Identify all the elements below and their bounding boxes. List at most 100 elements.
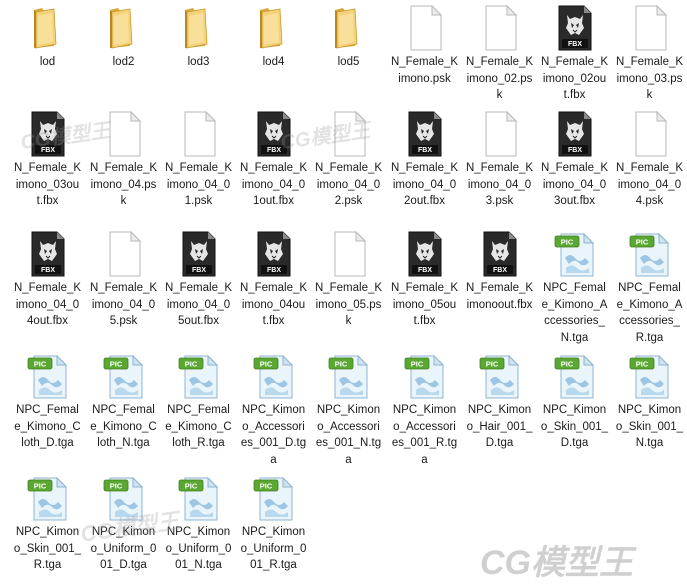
svg-text:PIC: PIC	[560, 360, 573, 369]
file-item[interactable]: N_Female_Kimono_04_03.psk	[462, 110, 537, 210]
file-name-label: NPC_Kimono_Accessories_001_D.tga	[240, 404, 307, 466]
file-item[interactable]: PIC NPC_Kimono_Uniform_001_R.tga	[236, 474, 311, 574]
file-item[interactable]: FBX N_Female_Kimono_04_03out.fbx	[537, 110, 612, 210]
file-item[interactable]: N_Female_Kimono_04.psk	[86, 110, 161, 210]
image-file-icon: PIC	[175, 474, 223, 522]
blank-file-icon	[476, 4, 524, 52]
blank-file-icon	[626, 110, 674, 158]
svg-text:FBX: FBX	[493, 267, 507, 274]
file-name-label: N_Female_Kimono_03.psk	[615, 56, 684, 101]
file-name-label: N_Female_Kimono_04_01out.fbx	[239, 162, 308, 207]
file-item[interactable]: PIC NPC_Female_Kimono_Accessories_N.tga	[537, 230, 612, 346]
file-name-label: N_Female_Kimonoout.fbx	[465, 282, 534, 311]
file-item[interactable]: N_Female_Kimono_04_04.psk	[612, 110, 687, 210]
file-item[interactable]: N_Female_Kimono_03.psk	[612, 4, 687, 104]
file-item[interactable]: PIC NPC_Kimono_Skin_001_D.tga	[537, 352, 612, 452]
file-name-label: N_Female_Kimono_04_02.psk	[314, 162, 383, 207]
svg-text:PIC: PIC	[259, 482, 272, 491]
file-item[interactable]: PIC NPC_Kimono_Uniform_001_D.tga	[86, 474, 161, 574]
file-item[interactable]: FBX N_Female_Kimono_04_04out.fbx	[10, 230, 85, 330]
folder-item[interactable]: lod5	[311, 4, 386, 71]
file-item[interactable]: N_Female_Kimono_02.psk	[462, 4, 537, 104]
file-item[interactable]: PIC NPC_Kimono_Uniform_001_N.tga	[161, 474, 236, 574]
folder-item[interactable]: lod	[10, 4, 85, 71]
file-item[interactable]: N_Female_Kimono_04_05.psk	[86, 230, 161, 330]
file-name-label: N_Female_Kimono_04_03.psk	[465, 162, 534, 207]
svg-text:FBX: FBX	[192, 267, 206, 274]
blank-file-icon	[100, 110, 148, 158]
fbx-file-icon: FBX	[24, 230, 72, 278]
file-item[interactable]: FBX N_Female_Kimonoout.fbx	[462, 230, 537, 313]
file-item[interactable]: PIC NPC_Kimono_Hair_001_D.tga	[462, 352, 537, 452]
file-item[interactable]: FBX N_Female_Kimono_05out.fbx	[387, 230, 462, 330]
file-name-label: lod2	[112, 56, 135, 68]
image-file-icon: PIC	[24, 352, 72, 400]
image-file-icon: PIC	[250, 474, 298, 522]
file-item[interactable]: FBX N_Female_Kimono_03out.fbx	[10, 110, 85, 210]
folder-item[interactable]: lod4	[236, 4, 311, 71]
file-name-label: lod	[39, 56, 56, 68]
file-icon-grid: lod lod2 lod3 lod4 lod5 N_Female_Kimono.psk N_…	[0, 0, 687, 583]
blank-file-icon	[175, 110, 223, 158]
folder-item[interactable]: lod3	[161, 4, 236, 71]
file-item[interactable]: PIC NPC_Female_Kimono_Cloth_N.tga	[86, 352, 161, 452]
image-file-icon: PIC	[626, 352, 674, 400]
file-item[interactable]: FBX N_Female_Kimono_04_05out.fbx	[161, 230, 236, 330]
file-name-label: NPC_Female_Kimono_Accessories_R.tga	[616, 282, 683, 344]
image-file-icon: PIC	[250, 352, 298, 400]
file-name-label: NPC_Female_Kimono_Cloth_N.tga	[90, 404, 157, 449]
svg-text:PIC: PIC	[33, 482, 46, 491]
file-item[interactable]: FBX N_Female_Kimono_02out.fbx	[537, 4, 612, 104]
svg-text:PIC: PIC	[184, 360, 197, 369]
file-item[interactable]: PIC NPC_Kimono_Skin_001_N.tga	[612, 352, 687, 452]
file-name-label: NPC_Kimono_Uniform_001_N.tga	[165, 526, 232, 571]
file-item[interactable]: PIC NPC_Kimono_Accessories_001_R.tga	[387, 352, 462, 468]
file-name-label: lod5	[337, 56, 360, 68]
image-file-icon: PIC	[24, 474, 72, 522]
svg-text:PIC: PIC	[109, 482, 122, 491]
svg-text:PIC: PIC	[33, 360, 46, 369]
file-item[interactable]: N_Female_Kimono_05.psk	[311, 230, 386, 330]
file-item[interactable]: PIC NPC_Female_Kimono_Cloth_D.tga	[10, 352, 85, 452]
svg-text:PIC: PIC	[259, 360, 272, 369]
file-item[interactable]: PIC NPC_Kimono_Accessories_001_N.tga	[311, 352, 386, 468]
file-name-label: NPC_Kimono_Skin_001_R.tga	[13, 526, 82, 571]
folder-icon	[175, 4, 223, 52]
image-file-icon: PIC	[325, 352, 373, 400]
svg-text:PIC: PIC	[334, 360, 347, 369]
file-item[interactable]: FBX N_Female_Kimono_04out.fbx	[236, 230, 311, 330]
svg-text:FBX: FBX	[267, 147, 281, 154]
file-name-label: NPC_Kimono_Uniform_001_R.tga	[240, 526, 307, 571]
svg-text:PIC: PIC	[184, 482, 197, 491]
svg-text:FBX: FBX	[568, 147, 582, 154]
file-item[interactable]: N_Female_Kimono.psk	[387, 4, 462, 87]
folder-item[interactable]: lod2	[86, 4, 161, 71]
file-name-label: N_Female_Kimono_04_04.psk	[615, 162, 684, 207]
image-file-icon: PIC	[551, 230, 599, 278]
file-name-label: NPC_Kimono_Skin_001_D.tga	[540, 404, 609, 449]
file-name-label: NPC_Female_Kimono_Accessories_N.tga	[541, 282, 608, 344]
file-name-label: N_Female_Kimono_05out.fbx	[390, 282, 459, 327]
file-item[interactable]: FBX N_Female_Kimono_04_01out.fbx	[236, 110, 311, 210]
svg-text:PIC: PIC	[410, 360, 423, 369]
image-file-icon: PIC	[100, 474, 148, 522]
file-item[interactable]: PIC NPC_Female_Kimono_Accessories_R.tga	[612, 230, 687, 346]
image-file-icon: PIC	[401, 352, 449, 400]
blank-file-icon	[325, 110, 373, 158]
svg-text:PIC: PIC	[109, 360, 122, 369]
fbx-file-icon: FBX	[401, 110, 449, 158]
file-name-label: N_Female_Kimono_04_04out.fbx	[13, 282, 82, 327]
image-file-icon: PIC	[175, 352, 223, 400]
svg-text:PIC: PIC	[485, 360, 498, 369]
svg-text:FBX: FBX	[418, 147, 432, 154]
file-item[interactable]: PIC NPC_Female_Kimono_Cloth_R.tga	[161, 352, 236, 452]
file-item[interactable]: FBX N_Female_Kimono_04_02out.fbx	[387, 110, 462, 210]
file-item[interactable]: N_Female_Kimono_04_01.psk	[161, 110, 236, 210]
blank-file-icon	[401, 4, 449, 52]
fbx-file-icon: FBX	[476, 230, 524, 278]
folder-icon	[325, 4, 373, 52]
svg-text:FBX: FBX	[418, 267, 432, 274]
file-item[interactable]: PIC NPC_Kimono_Skin_001_R.tga	[10, 474, 85, 574]
file-item[interactable]: N_Female_Kimono_04_02.psk	[311, 110, 386, 210]
file-item[interactable]: PIC NPC_Kimono_Accessories_001_D.tga	[236, 352, 311, 468]
